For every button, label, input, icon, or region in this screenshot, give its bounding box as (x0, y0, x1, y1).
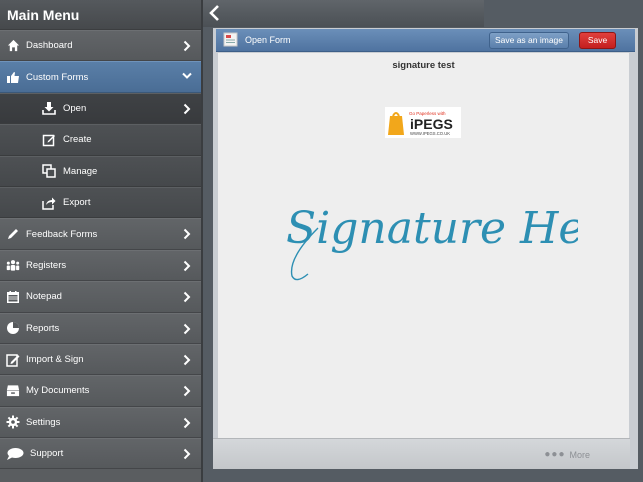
menu-item-label: Feedback Forms (26, 228, 98, 240)
chevron-right-icon (183, 323, 191, 335)
menu-item-label: Reports (26, 322, 60, 334)
menu-item-label: Registers (26, 259, 67, 271)
menu-item-label: Open (63, 102, 87, 114)
menu-item-label: Manage (63, 165, 98, 177)
menu-item-label: Import & Sign (26, 354, 84, 366)
ipegs-logo: Go Paperless with iPEGS WWW.IPEGS.CO.UK (385, 107, 461, 138)
copy-icon (42, 164, 56, 178)
back-button[interactable] (207, 4, 223, 22)
menu-item-create[interactable]: Create (0, 124, 201, 156)
chevron-right-icon (183, 417, 191, 429)
drawer-icon (6, 384, 20, 398)
more-dots-icon: ●●● (544, 449, 566, 460)
people-icon (6, 258, 20, 272)
form-document: signature test Go Paperless with iPEGS W… (218, 53, 629, 438)
edit-icon (42, 133, 56, 147)
menu-item-label: Create (63, 134, 92, 146)
gear-icon (6, 415, 20, 429)
sidebar-divider (201, 0, 203, 482)
more-label: More (569, 449, 590, 460)
chevron-right-icon (183, 448, 191, 460)
form-document-icon (223, 32, 239, 47)
chevron-down-icon (182, 72, 192, 84)
menu-item-export[interactable]: Export (0, 186, 201, 219)
signature-text: Signature Here (286, 203, 578, 254)
form-header-title: Open Form (245, 35, 291, 45)
document-title: signature test (392, 60, 455, 71)
chevron-right-icon (183, 385, 191, 397)
chevron-right-icon (183, 354, 191, 366)
chevron-right-icon (183, 228, 191, 240)
signature-image: Signature Here (286, 203, 578, 281)
more-button[interactable]: ●●● More (544, 449, 590, 460)
calendar-icon (6, 290, 20, 304)
menu-item-feedback-forms[interactable]: Feedback Forms (0, 218, 201, 250)
chevron-right-icon (183, 260, 191, 272)
menu-item-notepad[interactable]: Notepad (0, 281, 201, 313)
chevron-right-icon (183, 291, 191, 303)
home-icon (6, 39, 20, 53)
menu-item-label: Custom Forms (26, 71, 89, 83)
chevron-right-icon (183, 103, 191, 115)
main-menu-title: Main Menu (0, 0, 201, 30)
menu-item-manage[interactable]: Manage (0, 155, 201, 187)
download-icon (42, 101, 56, 116)
menu-item-open[interactable]: Open (0, 92, 201, 125)
menu-item-custom-forms[interactable]: Custom Forms (0, 61, 201, 93)
chevron-left-icon (209, 5, 219, 21)
pie-chart-icon (6, 321, 20, 335)
form-header-bar: Open Form Save as an image Save (216, 29, 635, 52)
menu-item-support[interactable]: Support (0, 438, 201, 470)
menu-item-label: Dashboard (26, 40, 73, 52)
menu-item-label: Support (30, 448, 64, 460)
main-menu-sidebar: Main Menu Dashboard Custom Forms Open Cr… (0, 0, 201, 482)
logo-name: iPEGS (410, 116, 453, 132)
save-button[interactable]: Save (579, 32, 616, 49)
logo-url: WWW.IPEGS.CO.UK (410, 131, 450, 136)
menu-item-settings[interactable]: Settings (0, 406, 201, 439)
pencil-icon (6, 227, 20, 241)
menu-item-label: Settings (26, 416, 61, 428)
save-as-image-button[interactable]: Save as an image (489, 32, 569, 49)
form-bottom-bar: ●●● More (213, 438, 630, 469)
detail-top-bar (203, 0, 484, 27)
menu-item-label: Notepad (26, 291, 62, 303)
share-icon (42, 196, 56, 210)
menu-item-my-documents[interactable]: My Documents (0, 375, 201, 407)
menu-item-label: Export (63, 197, 91, 209)
menu-item-label: My Documents (26, 385, 90, 397)
menu-item-registers[interactable]: Registers (0, 249, 201, 282)
menu-item-import-sign[interactable]: Import & Sign (0, 343, 201, 376)
menu-item-dashboard[interactable]: Dashboard (0, 30, 201, 62)
chevron-right-icon (183, 40, 191, 52)
menu-item-reports[interactable]: Reports (0, 312, 201, 344)
speech-bubble-icon (6, 447, 24, 461)
sign-icon (6, 353, 20, 367)
thumbs-up-icon (6, 70, 20, 84)
